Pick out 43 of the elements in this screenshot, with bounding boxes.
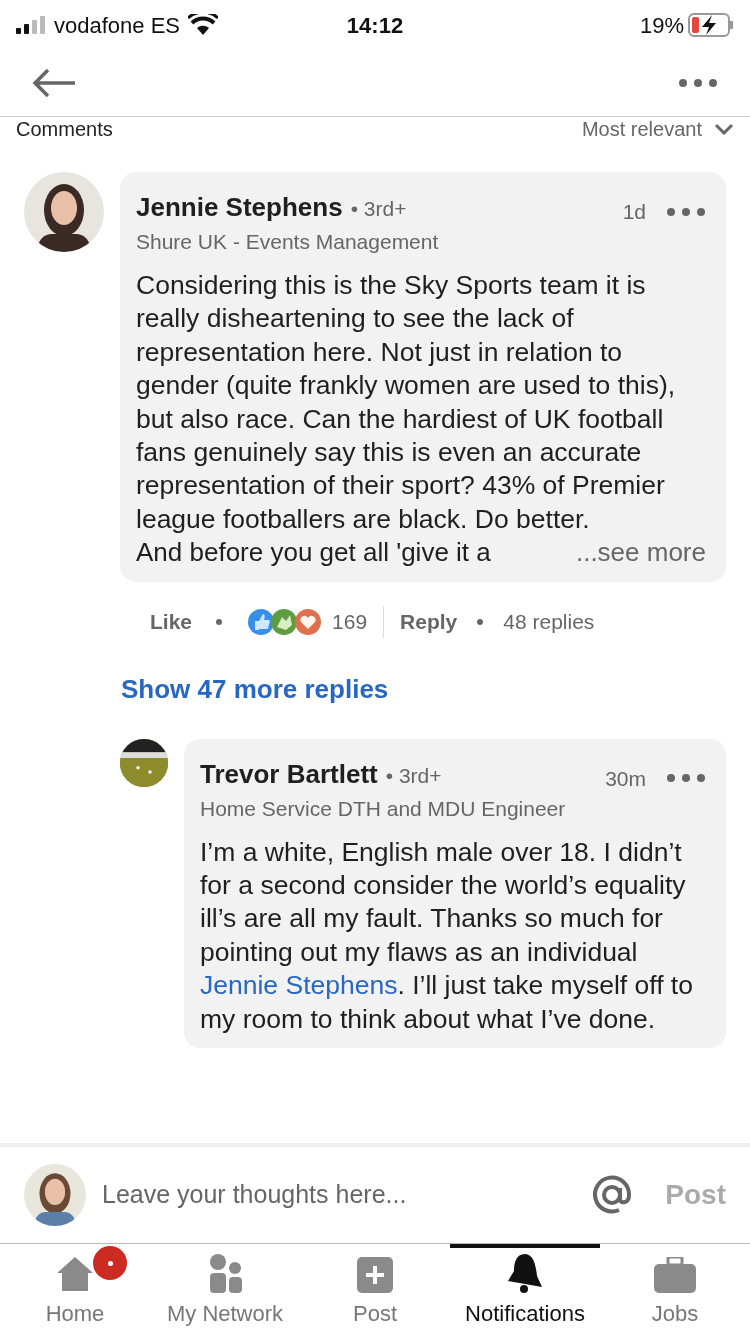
clock-time: 14:12 [345, 11, 405, 40]
home-icon [55, 1255, 95, 1293]
timestamp: 1d [622, 199, 646, 225]
sort-label[interactable]: Most relevant [581, 118, 702, 140]
replies-count[interactable]: 48 replies [503, 605, 595, 638]
comment-text: Considering this is the Sky Sports team it is really disheartening to see the lack of representation here. Not just in relation to gender (quite frankly women are used to this), but also race. Can the hardiest of UK football fans genuinely say this is even an accurate representation of their sport? 43% of Premier league footballers are black. Do better. [136, 269, 677, 536]
see-more-link[interactable]: ...see more [575, 536, 706, 570]
show-more-replies-link[interactable]: Show 47 more replies [121, 669, 389, 709]
more-icon[interactable] [666, 206, 706, 217]
tab-bar-item[interactable]: Post [300, 1244, 450, 1334]
more-icon[interactable] [678, 78, 718, 88]
signal-icon [16, 16, 46, 34]
reply-button[interactable]: Reply [400, 605, 458, 638]
author-headline: Home Service DTH and MDU Engineer [200, 795, 567, 822]
chevron-down-icon[interactable] [714, 123, 734, 135]
more-icon[interactable] [666, 773, 706, 784]
timestamp: 30m [605, 765, 646, 792]
author-headline: Shure UK - Events Management [136, 229, 440, 255]
mention-at-icon[interactable] [591, 1174, 634, 1216]
tab-bar-item[interactable]: My Network [150, 1244, 300, 1334]
tab-bar-item[interactable]: Notifications [450, 1244, 600, 1334]
comment-text-line: And before you get all 'give it a [136, 536, 491, 570]
separator-dot [477, 618, 484, 625]
comments-heading: Comments [16, 118, 113, 140]
battery-percent: 19% [639, 11, 684, 40]
connection-degree: • 3rd+ [350, 196, 407, 222]
wifi-icon [188, 14, 218, 36]
carrier-name: vodafone ES [54, 11, 180, 40]
tab-bar-item[interactable]: Jobs [600, 1244, 750, 1334]
back-arrow-icon[interactable] [32, 68, 76, 98]
reaction-count[interactable]: 169 [332, 605, 368, 638]
plus-icon [357, 1257, 393, 1293]
reply-text: I’m a white, English male over 18. I didn’t for a second consider the world’s equality ill’s are all my fault. Thanks so much for pointing out my flaws as an individual Jennie Stephens. I’ll just take myself off to my room to think about what I’ve done. [200, 835, 694, 1036]
tab-bar-item[interactable]: Home [0, 1244, 150, 1334]
mention-link[interactable]: Jennie Stephens [200, 970, 398, 1001]
separator-dot [216, 618, 223, 625]
battery-charging-icon [688, 13, 734, 37]
briefcase-icon [654, 1257, 696, 1293]
connection-degree: • 3rd+ [385, 762, 442, 789]
author-name[interactable]: Jennie Stephens [136, 188, 343, 227]
author-name[interactable]: Trevor Bartlett [200, 754, 378, 794]
comment-input-field[interactable]: Leave your thoughts here... [102, 1176, 576, 1214]
like-button[interactable]: Like [150, 605, 193, 638]
